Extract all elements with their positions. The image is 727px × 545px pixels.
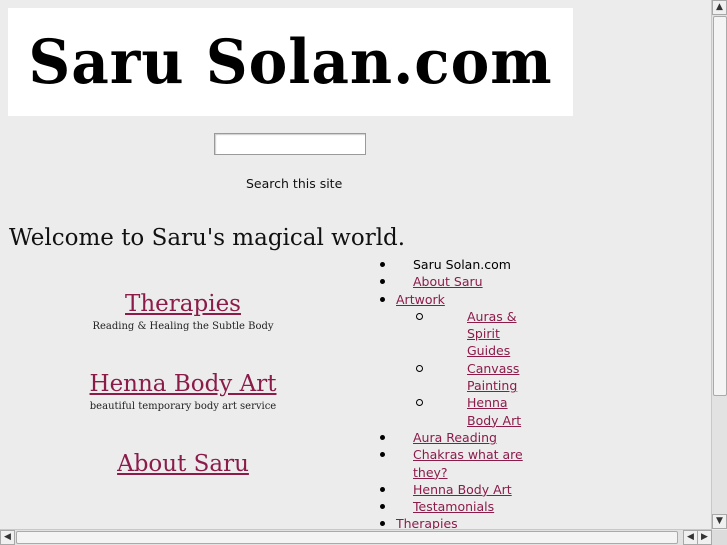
arrow-left-icon[interactable]: ◀ xyxy=(683,530,698,545)
bullet-icon xyxy=(380,434,385,440)
search-label: Search this site xyxy=(246,176,343,191)
nav-testimonials-link[interactable]: Testamonials xyxy=(413,498,523,515)
nav-item-chakras: Chakras what are they? xyxy=(380,446,527,481)
horizontal-scroll-thumb[interactable] xyxy=(16,531,678,544)
nav-item-artwork: Artwork Auras & Spirit Guides Canvass Pa… xyxy=(380,291,527,429)
nav-item-henna: Henna Body Art xyxy=(380,481,527,498)
nav-chakras-link[interactable]: Chakras what are they? xyxy=(413,446,523,481)
bullet-icon xyxy=(380,486,385,492)
nav-about-link[interactable]: About Saru xyxy=(413,273,523,290)
circle-bullet-icon xyxy=(416,312,423,320)
scrollbar-corner xyxy=(712,530,727,545)
nav-henna-art-link[interactable]: Henna Body Art xyxy=(467,394,527,429)
nav-home-label: Saru Solan.com xyxy=(413,257,511,272)
nav-subitem-canvass: Canvass Painting xyxy=(380,360,527,395)
nav-canvass-link[interactable]: Canvass Painting xyxy=(467,360,527,395)
vertical-scroll-thumb[interactable] xyxy=(713,16,727,396)
feature-therapies-link[interactable]: Therapies xyxy=(125,291,241,317)
arrow-up-icon[interactable]: ▲ xyxy=(712,0,727,15)
nav-item-about: About Saru xyxy=(380,273,527,290)
nav-subitem-henna-art: Henna Body Art xyxy=(380,394,527,429)
horizontal-scrollbar[interactable]: ◀ ◀ ▶ xyxy=(0,529,712,545)
page-viewport: Saru Solan.com Search this site Welcome … xyxy=(0,0,712,529)
feature-henna-link[interactable]: Henna Body Art xyxy=(90,371,277,397)
nav-artwork-link[interactable]: Artwork xyxy=(396,291,527,308)
vertical-scrollbar[interactable]: ▲ ▼ xyxy=(711,0,727,529)
welcome-heading: Welcome to Saru's magical world. xyxy=(9,225,406,251)
arrow-left-icon[interactable]: ◀ xyxy=(0,530,15,545)
feature-therapies: Therapies Reading & Healing the Subtle B… xyxy=(13,291,353,332)
site-logo-text: Saru Solan.com xyxy=(28,26,553,98)
nav-henna-link[interactable]: Henna Body Art xyxy=(413,481,523,498)
feature-about: About Saru xyxy=(13,451,353,477)
site-logo-banner[interactable]: Saru Solan.com xyxy=(8,8,573,116)
feature-henna-desc: beautiful temporary body art service xyxy=(89,401,277,412)
arrow-right-icon[interactable]: ▶ xyxy=(697,530,712,545)
bullet-icon xyxy=(380,262,385,267)
nav-subitem-auras: Auras & Spirit Guides xyxy=(380,308,527,360)
nav-auras-link[interactable]: Auras & Spirit Guides xyxy=(467,308,527,360)
feature-about-link[interactable]: About Saru xyxy=(117,451,249,477)
feature-therapies-desc: Reading & Healing the Subtle Body xyxy=(92,321,274,332)
nav-aura-reading-link[interactable]: Aura Reading xyxy=(413,429,523,446)
bullet-icon xyxy=(380,504,385,510)
nav-item-home: Saru Solan.com xyxy=(380,256,527,273)
arrow-down-icon[interactable]: ▼ xyxy=(712,514,727,529)
nav-item-aura-reading: Aura Reading xyxy=(380,429,527,446)
feature-henna: Henna Body Art beautiful temporary body … xyxy=(13,371,353,412)
bullet-icon xyxy=(380,279,385,285)
nav-item-testimonials: Testamonials xyxy=(380,498,527,515)
nav-item-therapies: Therapies xyxy=(380,515,527,529)
bullet-icon xyxy=(380,296,385,302)
bullet-icon xyxy=(380,521,385,527)
site-navigation: Saru Solan.com About Saru Artwork Auras … xyxy=(380,256,527,529)
search-input[interactable] xyxy=(214,133,366,155)
bullet-icon xyxy=(380,452,385,458)
circle-bullet-icon xyxy=(416,399,423,407)
nav-therapies-link[interactable]: Therapies xyxy=(396,515,527,529)
circle-bullet-icon xyxy=(416,364,423,372)
nav-artwork-submenu: Auras & Spirit Guides Canvass Painting H… xyxy=(380,308,527,429)
